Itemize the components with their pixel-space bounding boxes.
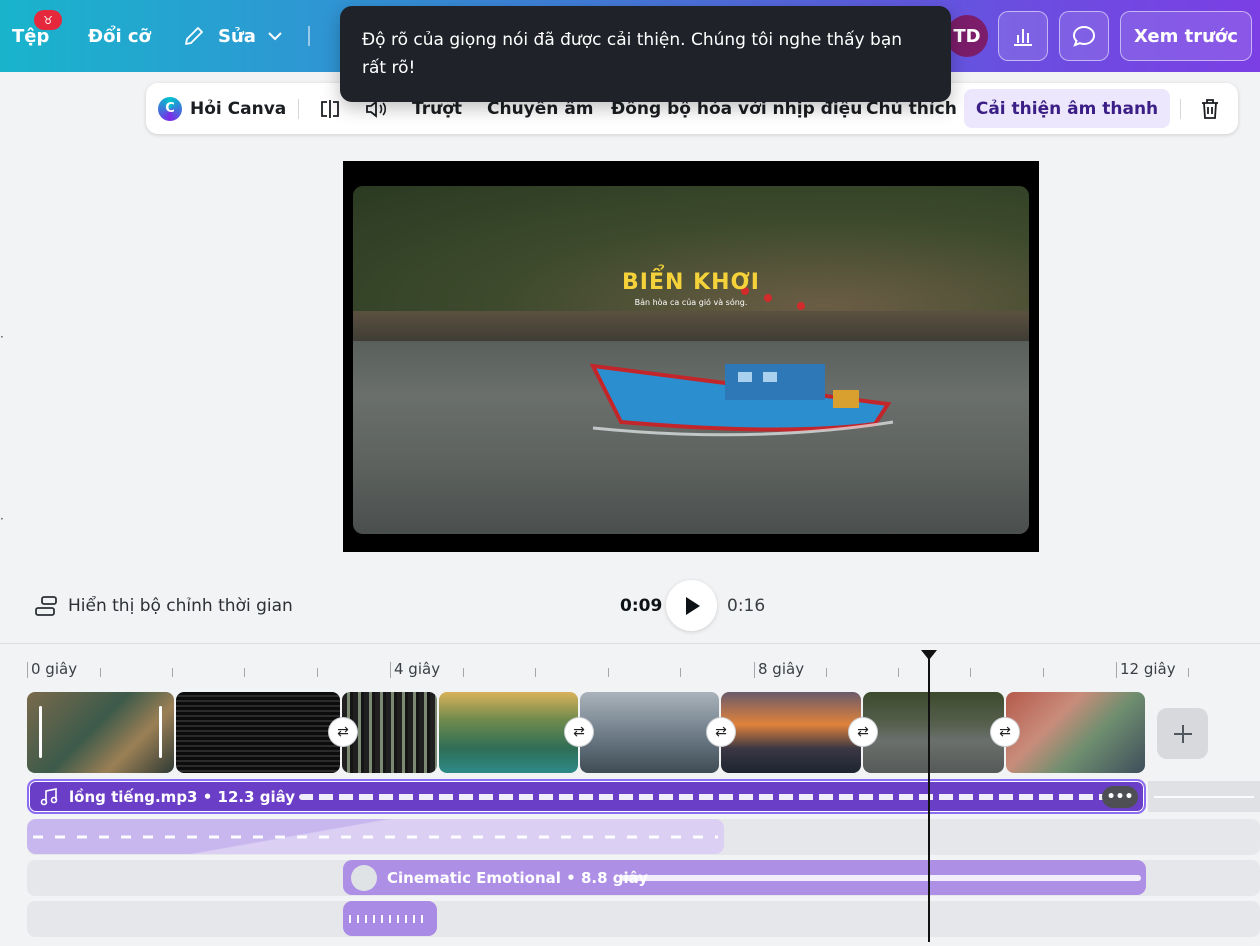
insights-button[interactable] — [998, 11, 1048, 61]
ruler-label: 12 giây — [1116, 660, 1176, 678]
pencil-icon — [185, 27, 203, 45]
timeline-icon — [35, 596, 57, 616]
edit-menu[interactable]: Sửa — [182, 0, 284, 72]
video-clip[interactable] — [176, 692, 340, 773]
video-clip[interactable] — [863, 692, 1004, 773]
ruler-tick — [244, 668, 245, 677]
timeline-toggle[interactable]: Hiển thị bộ chỉnh thời gian — [34, 592, 293, 620]
video-clip[interactable] — [439, 692, 578, 773]
trim-handle-left[interactable] — [39, 706, 42, 758]
enhance-audio-button[interactable]: Cải thiện âm thanh — [964, 89, 1170, 128]
waveform — [349, 914, 429, 923]
slide-title[interactable]: BIỂN KHƠI — [353, 270, 1029, 295]
video-clip[interactable] — [580, 692, 719, 773]
ask-canva-label: Hỏi Canva — [190, 98, 287, 119]
ruler-tick — [100, 668, 101, 677]
plus-icon — [1173, 724, 1192, 743]
transition-button[interactable]: ⇄ — [329, 718, 357, 746]
edge-mark: · — [0, 330, 4, 344]
audio-clip-2[interactable] — [27, 819, 724, 854]
timeline-toggle-label: Hiển thị bộ chỉnh thời gian — [68, 596, 293, 616]
ruler-tick — [172, 668, 173, 677]
notification-badge: ♉ — [34, 10, 62, 30]
transition-button[interactable]: ⇄ — [991, 718, 1019, 746]
video-clip[interactable] — [27, 692, 174, 773]
enhance-audio-label: Cải thiện âm thanh — [975, 98, 1159, 119]
audio-clip-cinematic[interactable]: Cinematic Emotional • 8.8 giây — [343, 860, 1146, 895]
ruler-tick — [826, 668, 827, 677]
ruler-label: 0 giây — [26, 660, 78, 678]
trim-handle-right[interactable] — [159, 706, 162, 758]
slide-subtitle[interactable]: Bản hòa ca của gió và sóng. — [353, 298, 1029, 307]
ruler-tick — [317, 668, 318, 677]
toolbar-divider — [308, 26, 310, 46]
avatar[interactable]: TD — [946, 15, 988, 57]
current-time: 0:09 — [620, 596, 663, 616]
ruler-tick — [680, 668, 681, 677]
toast-notification: Độ rõ của giọng nói đã được cải thiện. C… — [340, 6, 951, 102]
ruler-label: 4 giây — [389, 660, 441, 678]
edit-label: Sửa — [218, 25, 256, 47]
waveform — [1154, 795, 1254, 798]
toast-message: Độ rõ của giọng nói đã được cải thiện. C… — [362, 30, 903, 78]
ruler-tick — [608, 668, 609, 677]
edge-mark: · — [0, 512, 4, 526]
preview-label: Xem trước — [1134, 25, 1238, 47]
audio-waveform-overflow — [1148, 781, 1260, 812]
waveform — [621, 874, 1141, 881]
audio-clip-voiceover[interactable]: lồng tiếng.mp3 • 12.3 giây ••• — [27, 779, 1146, 814]
toolbar-divider — [298, 99, 299, 119]
comment-icon — [1072, 25, 1096, 47]
ruler-tick — [535, 668, 536, 677]
transition-button[interactable]: ⇄ — [849, 718, 877, 746]
more-options-button[interactable]: ••• — [1102, 786, 1138, 808]
ask-canva-button[interactable]: C Hỏi Canva — [158, 83, 286, 134]
music-note-icon — [40, 787, 58, 805]
play-button[interactable] — [666, 580, 717, 631]
split-icon — [321, 99, 339, 118]
chevron-down-icon — [268, 32, 282, 41]
playhead[interactable] — [928, 650, 930, 942]
waveform — [299, 793, 1119, 800]
transition-button[interactable]: ⇄ — [707, 718, 735, 746]
resize-button[interactable]: Đổi cỡ — [88, 0, 151, 72]
audio-thumbnail — [351, 864, 377, 891]
fishing-boat-image — [589, 287, 894, 437]
video-clip[interactable] — [1006, 692, 1145, 773]
audio-clip-label: lồng tiếng.mp3 • 12.3 giây — [69, 787, 296, 806]
design-canvas[interactable]: BIỂN KHƠI Bản hòa ca của gió và sóng. — [343, 161, 1039, 552]
ruler-tick — [1043, 668, 1044, 677]
preview-button[interactable]: Xem trước — [1120, 11, 1252, 61]
transition-button[interactable]: ⇄ — [565, 718, 593, 746]
waveform — [33, 835, 718, 838]
split-button[interactable] — [318, 83, 342, 134]
canva-logo-icon: C — [158, 96, 182, 121]
video-frame: BIỂN KHƠI Bản hòa ca của gió và sóng. — [353, 186, 1029, 534]
toolbar-divider — [1180, 99, 1181, 119]
comment-button[interactable] — [1059, 11, 1109, 61]
ruler-tick — [1188, 668, 1189, 677]
resize-label: Đổi cỡ — [88, 25, 151, 47]
audio-clip-label: Cinematic Emotional • 8.8 giây — [387, 868, 649, 887]
ruler-tick — [463, 668, 464, 677]
ruler-label: 8 giây — [753, 660, 805, 678]
audio-clip-4[interactable] — [343, 901, 437, 936]
video-clip[interactable] — [721, 692, 861, 773]
ruler-tick — [898, 668, 899, 677]
trash-icon — [1202, 98, 1218, 119]
total-time: 0:16 — [727, 596, 766, 616]
ruler-tick — [970, 668, 971, 677]
timeline-divider — [0, 643, 1260, 644]
bar-chart-icon — [1014, 29, 1032, 46]
add-clip-button[interactable] — [1157, 708, 1208, 759]
play-icon — [685, 596, 700, 615]
delete-button[interactable] — [1198, 83, 1222, 134]
audio-track-lane — [27, 901, 1260, 937]
